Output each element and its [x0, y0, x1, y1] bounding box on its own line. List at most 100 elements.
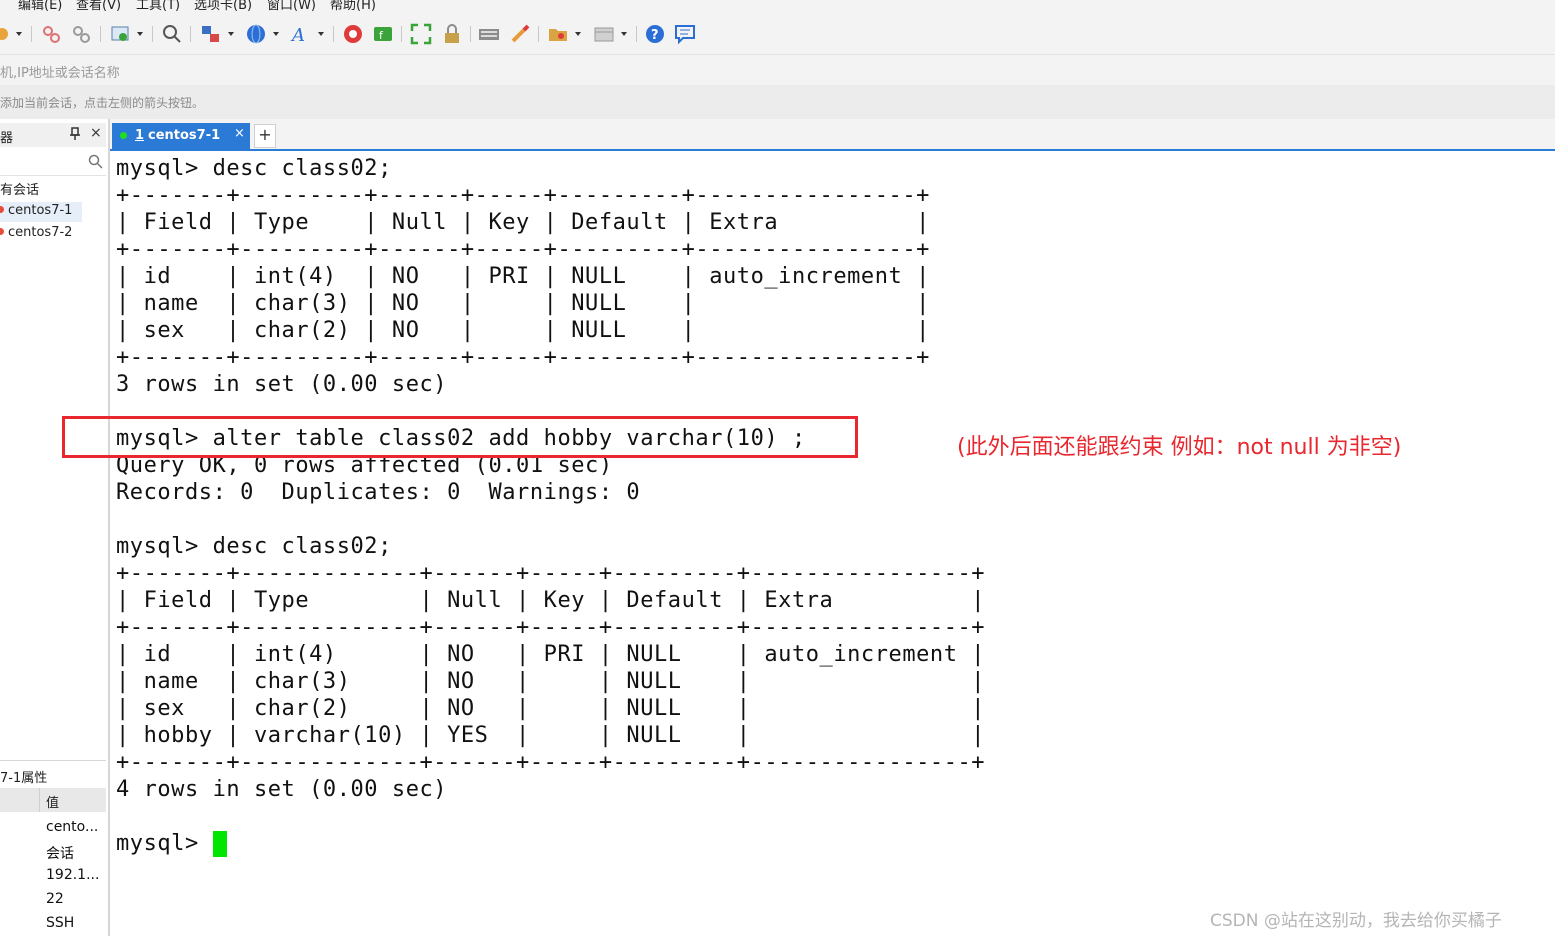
compose-icon[interactable] [110, 23, 132, 45]
menu-edit[interactable]: 编辑(E) [18, 0, 62, 13]
tab-bar: 1 centos7-1 × + [110, 119, 1555, 151]
svg-text:A: A [290, 25, 305, 45]
new-session-icon[interactable] [0, 23, 12, 45]
terminal-line: 3 rows in set (0.00 sec) [116, 372, 448, 397]
transfer-icon[interactable] [200, 23, 222, 45]
toolbar-separator [538, 26, 539, 42]
xmanager-icon[interactable] [342, 23, 364, 45]
terminal-line: | Field | Type | Null | Key | Default | … [116, 210, 930, 235]
address-placeholder: 机,IP地址或会话名称 [0, 66, 120, 81]
toolbar-separator [636, 26, 637, 42]
toolbar-separator [470, 26, 471, 42]
chevron-down-icon[interactable] [621, 32, 627, 36]
font-icon[interactable]: A [290, 23, 312, 46]
terminal-line: mysql> desc class02; [116, 534, 392, 559]
command-highlight-box [62, 416, 858, 458]
session-manager-header: 器 × [0, 123, 106, 147]
menu-help[interactable]: 帮助(H) [330, 0, 376, 13]
terminal-line: +-------+-------------+------+-----+----… [116, 750, 986, 775]
terminal-line: Records: 0 Duplicates: 0 Warnings: 0 [116, 480, 641, 505]
session-manager-title: 器 [0, 131, 14, 146]
watermark: CSDN @站在这别动，我去给你买橘子 [1210, 911, 1502, 931]
chevron-down-icon[interactable] [137, 32, 143, 36]
chevron-down-icon[interactable] [575, 32, 581, 36]
terminal-cursor [213, 831, 227, 857]
layout-icon[interactable] [593, 23, 615, 45]
all-sessions-root[interactable]: 有会话 [0, 179, 39, 198]
value-column-label: 值 [46, 796, 60, 811]
fullscreen-icon[interactable] [410, 23, 432, 45]
session-hint-bar: 添加当前会话，点击左侧的箭头按钮。 [0, 85, 1555, 119]
property-value: 192.1... [46, 867, 100, 883]
session-status-icon [0, 206, 4, 213]
close-tab-icon[interactable]: × [234, 126, 245, 141]
session-search[interactable] [0, 149, 106, 176]
terminal-line: | sex | char(2) | NO | | NULL | | [116, 318, 930, 343]
menu-tabs[interactable]: 选项卡(B) [194, 0, 252, 13]
feedback-icon[interactable] [674, 23, 696, 45]
session-label: centos7-2 [8, 225, 73, 240]
xftp-icon[interactable]: f [372, 23, 394, 45]
chevron-down-icon[interactable] [16, 32, 22, 36]
terminal-line: | id | int(4) | NO | PRI | NULL | auto_i… [116, 264, 930, 289]
connection-status-icon [120, 132, 127, 139]
properties-title: 7-1属性 [0, 771, 48, 786]
disconnect-icon[interactable] [40, 23, 62, 45]
session-manager-pane: 器 × 有会话 centos7-1 centos7-2 7-1属性 值 cent… [0, 119, 110, 936]
toolbar: A f ? [0, 14, 1555, 54]
link-icon[interactable] [70, 23, 92, 45]
highlight-icon[interactable] [509, 23, 531, 45]
terminal-line: | id | int(4) | NO | PRI | NULL | auto_i… [116, 642, 986, 667]
property-value: cento... [46, 819, 99, 835]
terminal-line: +-------+---------+------+-----+--------… [116, 237, 930, 262]
toolbar-separator [333, 26, 334, 42]
toolbar-separator [31, 26, 32, 42]
search-icon[interactable] [88, 154, 104, 174]
find-icon[interactable] [161, 23, 183, 45]
terminal-prompt-line: mysql> [116, 831, 213, 856]
globe-icon[interactable] [245, 23, 267, 45]
svg-text:?: ? [651, 28, 659, 43]
terminal-output[interactable]: mysql> desc class02; +-------+---------+… [110, 151, 1555, 936]
chevron-down-icon[interactable] [228, 32, 234, 36]
menu-window[interactable]: 窗口(W) [267, 0, 316, 13]
session-status-icon [0, 228, 4, 235]
tab-title: centos7-1 [148, 128, 221, 143]
close-icon[interactable]: × [90, 125, 102, 141]
chevron-down-icon[interactable] [273, 32, 279, 36]
terminal-line: | sex | char(2) | NO | | NULL | | [116, 696, 986, 721]
terminal-line: +-------+-------------+------+-----+----… [116, 615, 986, 640]
column-divider[interactable] [39, 788, 40, 812]
tab-number: 1 [135, 128, 145, 143]
help-icon[interactable]: ? [644, 23, 666, 45]
session-item-centos7-2[interactable]: centos7-2 [0, 224, 82, 244]
menu-tools[interactable]: 工具(T) [136, 0, 180, 13]
chevron-down-icon[interactable] [318, 32, 324, 36]
annotation-note: (此外后面还能跟约束 例如：not null 为非空) [957, 435, 1402, 460]
property-value: 22 [46, 891, 64, 907]
toolbar-separator [401, 26, 402, 42]
properties-column-header: 值 [0, 788, 106, 812]
terminal-line: | hobby | varchar(10) | YES | | NULL | | [116, 723, 986, 748]
terminal-line: | name | char(3) | NO | | NULL | | [116, 291, 930, 316]
keyboard-icon[interactable] [478, 23, 500, 45]
terminal-line: mysql> desc class02; [116, 156, 392, 181]
terminal-line: | name | char(3) | NO | | NULL | | [116, 669, 986, 694]
session-hint-text: 添加当前会话，点击左侧的箭头按钮。 [0, 96, 205, 110]
property-value: SSH [46, 915, 75, 931]
pin-icon[interactable] [70, 127, 80, 144]
terminal-line: +-------+-------------+------+-----+----… [116, 561, 986, 586]
tab-centos7-1[interactable]: 1 centos7-1 × [112, 123, 250, 149]
menu-view[interactable]: 查看(V) [76, 0, 121, 13]
lock-icon[interactable] [441, 23, 463, 45]
toolbar-separator [190, 26, 191, 42]
session-label: centos7-1 [8, 203, 73, 218]
toolbar-separator [100, 26, 101, 42]
properties-header: 7-1属性 [0, 760, 106, 787]
new-folder-icon[interactable] [547, 23, 569, 45]
session-item-centos7-1[interactable]: centos7-1 [0, 202, 82, 222]
new-tab-button[interactable]: + [254, 124, 276, 148]
address-bar[interactable]: 机,IP地址或会话名称 [0, 54, 1555, 85]
terminal-line: +-------+---------+------+-----+--------… [116, 183, 930, 208]
menu-bar: 编辑(E) 查看(V) 工具(T) 选项卡(B) 窗口(W) 帮助(H) [0, 0, 1555, 14]
